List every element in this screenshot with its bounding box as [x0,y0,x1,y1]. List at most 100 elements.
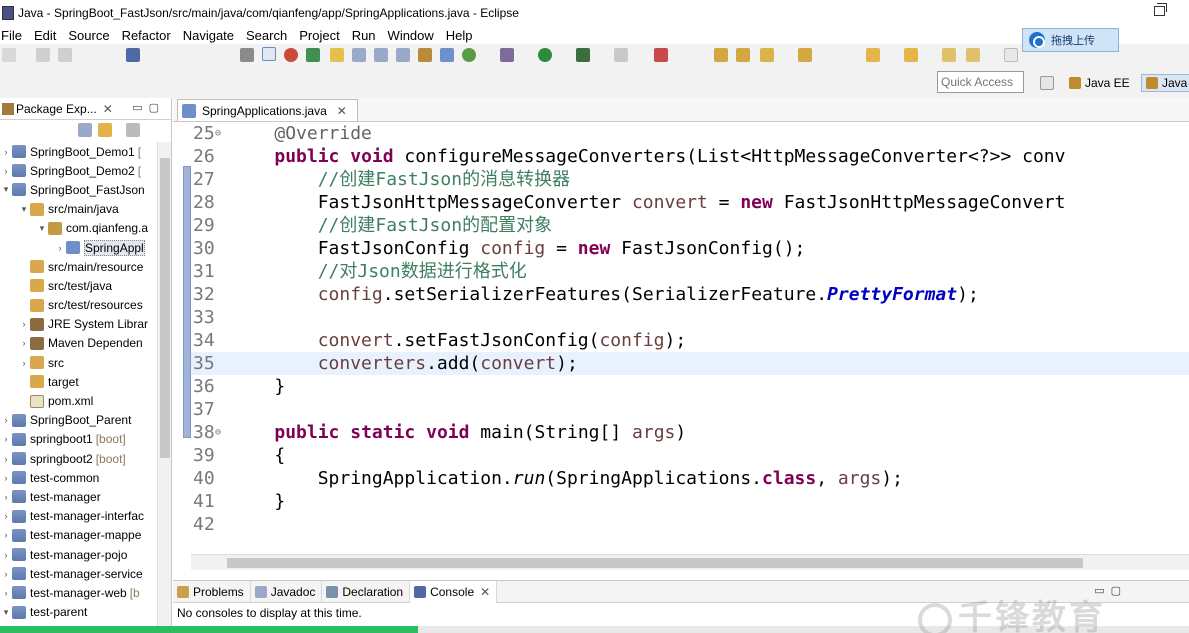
tab-declaration[interactable]: Declaration [322,580,411,603]
tree-item[interactable]: › src [0,353,157,372]
tree-item[interactable]: › test-common [0,468,157,487]
menu-source[interactable]: Source [67,28,115,43]
tab-javadoc[interactable]: Javadoc [251,580,323,603]
tree-item[interactable]: ▾ test-parent [0,603,157,622]
chevron-right-icon[interactable]: › [0,415,12,425]
code-line[interactable]: 38 ⊖ public static void main(String[] arg… [191,421,1189,444]
debug-icon[interactable] [500,48,514,62]
tree-item[interactable]: › test-manager-web [b [0,583,157,602]
server-icon[interactable] [306,48,320,62]
outline-icon[interactable] [374,48,388,62]
tree-item[interactable]: › test-manager-pojo [0,545,157,564]
terminal-icon[interactable] [126,48,140,62]
code-line[interactable]: 32 config.setSerializerFeatures(Serializ… [191,283,1189,306]
tree-item[interactable]: src/main/resource [0,257,157,276]
chevron-right-icon[interactable]: › [0,454,12,464]
code-line[interactable]: 36 } [191,375,1189,398]
tree-item[interactable]: › SpringBoot_Demo1[ [0,142,157,161]
code-line[interactable]: 30 FastJsonConfig config = new FastJsonC… [191,237,1189,260]
tree-item[interactable]: src/test/java [0,276,157,295]
format-icon[interactable] [352,48,366,62]
view-menu-icon[interactable] [126,123,140,137]
chevron-right-icon[interactable]: › [0,530,12,540]
close-icon[interactable]: ✕ [337,104,347,118]
code-line[interactable]: 27 //创建FastJson的消息转换器 [191,168,1189,191]
editor-tab-springapplications[interactable]: SpringApplications.java ✕ [177,99,358,121]
stop-icon[interactable] [614,48,628,62]
run-external-icon[interactable] [576,48,590,62]
tree-item[interactable]: ▾ SpringBoot_FastJson [0,180,157,199]
code-line[interactable]: 35 converters.add(convert); [191,352,1189,375]
code-line[interactable]: 31 //对Json数据进行格式化 [191,260,1189,283]
code-line[interactable]: 42 [191,513,1189,536]
code-line[interactable]: 41 } [191,490,1189,513]
restore-window-button[interactable] [1154,3,1167,16]
chevron-right-icon[interactable]: › [0,473,12,483]
code-line[interactable]: 29 //创建FastJson的配置对象 [191,214,1189,237]
class-icon[interactable] [440,48,454,62]
package-explorer-tab[interactable]: Package Exp... ✕ ▭▢ [0,98,171,120]
code-line[interactable]: 33 [191,306,1189,329]
highlight-icon[interactable] [330,48,344,62]
open-task-icon[interactable] [736,48,750,62]
tree-item[interactable]: › test-manager-interfac [0,507,157,526]
tree-item[interactable]: pom.xml [0,391,157,410]
menu-refactor[interactable]: Refactor [121,28,177,43]
back-icon[interactable] [966,48,980,62]
code-line[interactable]: 40 SpringApplication.run(SpringApplicati… [191,467,1189,490]
fold-icon[interactable]: ⊖ [215,122,221,145]
code-line[interactable]: 25 ⊖ @Override [191,122,1189,145]
menu-search[interactable]: Search [245,28,293,43]
chevron-right-icon[interactable]: › [18,338,30,348]
chevron-down-icon[interactable]: ▾ [0,184,12,195]
menu-window[interactable]: Window [387,28,440,43]
open-folder-icon[interactable] [798,48,812,62]
package-icon[interactable] [418,48,432,62]
chevron-right-icon[interactable]: › [54,243,66,253]
menu-file[interactable]: File [0,28,28,43]
upload-button[interactable]: 拖拽上传 [1022,28,1119,52]
fold-icon[interactable]: ⊖ [215,421,221,444]
new-class-icon[interactable] [462,48,476,62]
link-editor-icon[interactable] [98,123,112,137]
last-edit-icon[interactable] [942,48,956,62]
tree-item[interactable]: target [0,372,157,391]
tree-item[interactable]: ▾ src/main/java [0,200,157,219]
chevron-right-icon[interactable]: › [0,588,12,598]
spring-icon[interactable] [284,48,298,62]
code-area[interactable]: 25 ⊖ @Override 26 public void configureMes… [191,122,1189,554]
search-icon[interactable] [760,48,774,62]
menu-help[interactable]: Help [445,28,479,43]
forward-icon[interactable] [1004,48,1018,62]
code-line[interactable]: 34 convert.setFastJsonConfig(config); [191,329,1189,352]
tree-item[interactable]: › SpringAppl [0,238,157,257]
perspective-java[interactable]: Java [1141,74,1189,92]
chevron-right-icon[interactable]: › [0,434,12,444]
quick-access-input[interactable] [937,71,1024,93]
tree-item[interactable]: › Maven Dependen [0,334,157,353]
tree-item[interactable]: › springboot1 [boot] [0,430,157,449]
chevron-right-icon[interactable]: › [0,166,12,176]
tree-item[interactable]: › test-manager-service [0,564,157,583]
previous-annotation-icon[interactable] [904,48,918,62]
tree-item[interactable]: › JRE System Librar [0,315,157,334]
tree-item[interactable]: › SpringBoot_Parent [0,411,157,430]
deploy-icon[interactable] [654,48,668,62]
chevron-down-icon[interactable]: ▾ [18,204,30,215]
tree-item[interactable]: src/test/resources [0,296,157,315]
editor-horizontal-scrollbar[interactable] [191,554,1189,570]
tree-item[interactable]: ▾ com.qianfeng.a [0,219,157,238]
open-type-icon[interactable] [714,48,728,62]
pin-icon[interactable] [240,48,254,62]
chevron-right-icon[interactable]: › [0,569,12,579]
tab-console[interactable]: Console ✕ [410,580,498,603]
code-line[interactable]: 26 public void configureMessageConverter… [191,145,1189,168]
paragraph-icon[interactable] [396,48,410,62]
perspective-java-ee[interactable]: Java EE [1069,74,1130,92]
chevron-right-icon[interactable]: › [0,147,12,157]
scroll-thumb[interactable] [160,158,170,458]
chevron-down-icon[interactable]: ▾ [0,607,12,618]
chevron-right-icon[interactable]: › [0,550,12,560]
tree-item[interactable]: › springboot2 [boot] [0,449,157,468]
menu-edit[interactable]: Edit [33,28,62,43]
